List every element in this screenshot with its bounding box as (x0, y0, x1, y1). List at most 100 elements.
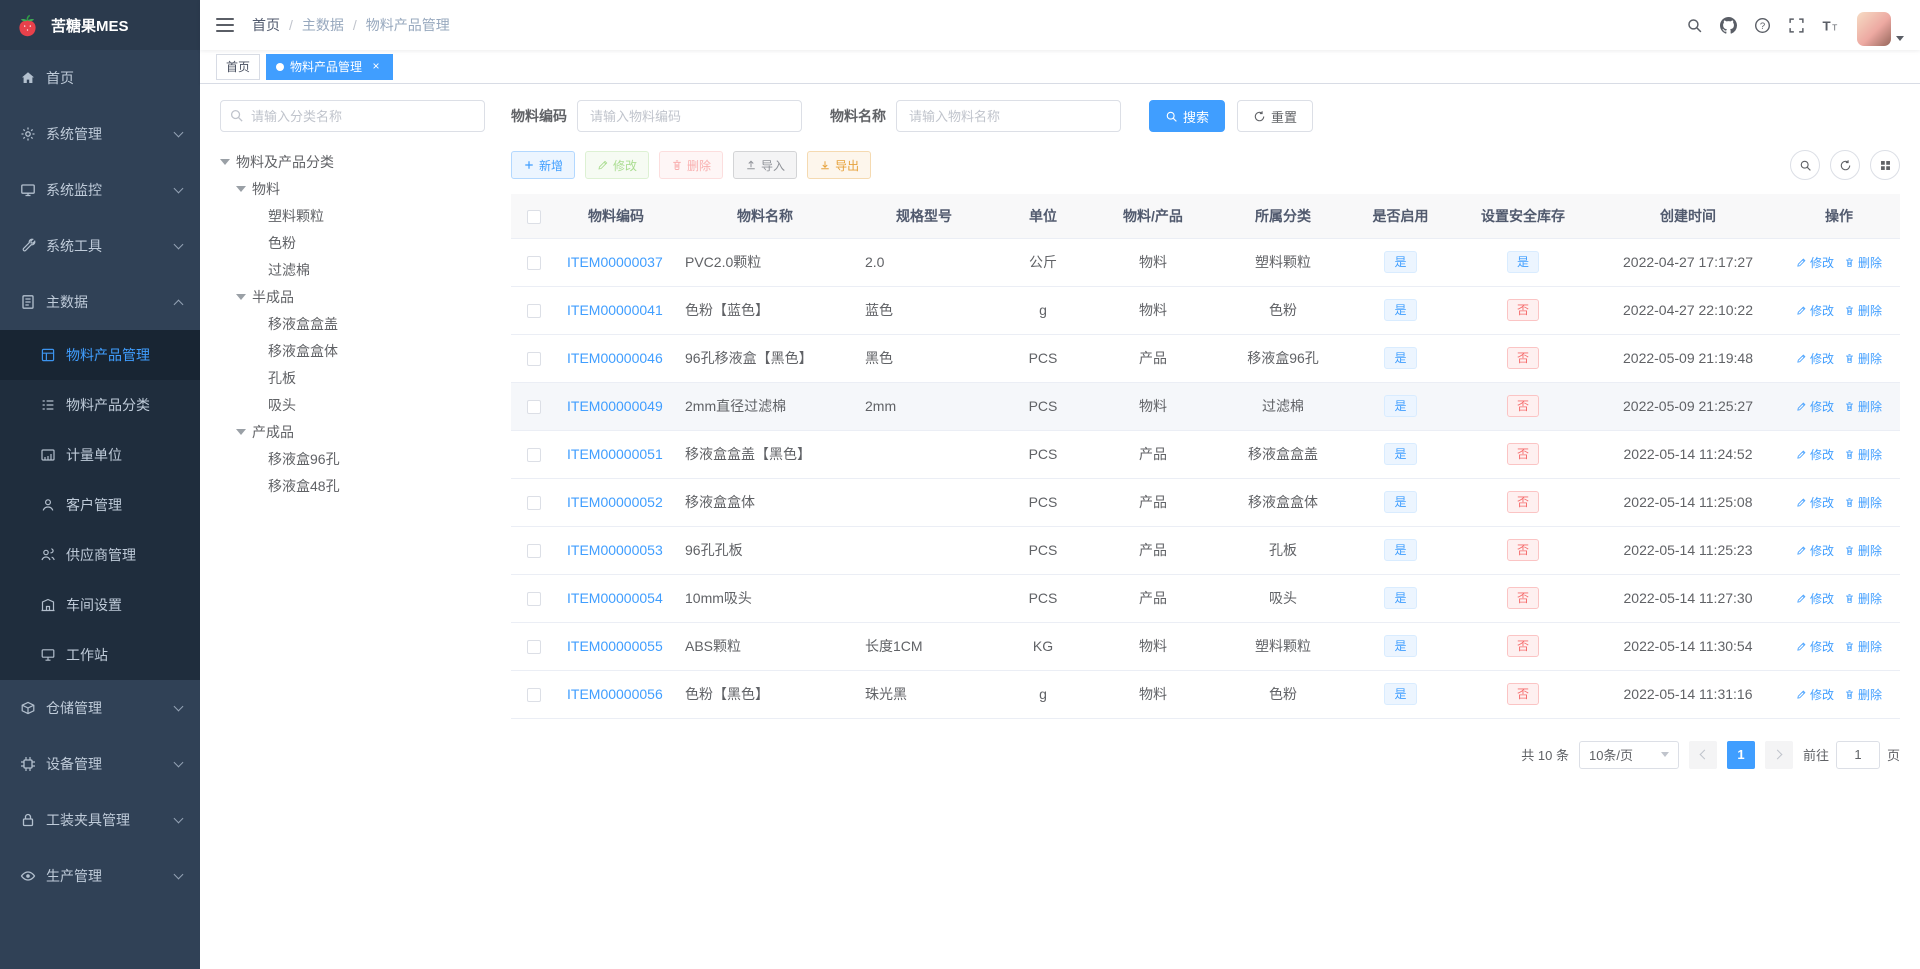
edit-row-button[interactable]: 修改 (1796, 590, 1834, 607)
edit-row-button[interactable]: 修改 (1796, 302, 1834, 319)
item-code-link[interactable]: ITEM00000041 (567, 302, 663, 318)
sidebar-item-supplier-mgmt[interactable]: 供应商管理 (0, 530, 200, 580)
delete-row-button[interactable]: 删除 (1844, 542, 1882, 559)
row-checkbox[interactable] (527, 544, 541, 559)
tree-node[interactable]: 移液盒48孔 (220, 472, 485, 499)
item-code-link[interactable]: ITEM00000056 (567, 686, 663, 702)
tree-node[interactable]: 半成品 (220, 283, 485, 310)
delete-row-button[interactable]: 删除 (1844, 302, 1882, 319)
edit-row-button[interactable]: 修改 (1796, 638, 1834, 655)
tree-node[interactable]: 移液盒96孔 (220, 445, 485, 472)
caret-icon[interactable] (236, 428, 246, 435)
tree-node[interactable]: 物料 (220, 175, 485, 202)
search-button[interactable]: 搜索 (1149, 100, 1226, 132)
sidebar-item-material-product-category[interactable]: 物料产品分类 (0, 380, 200, 430)
edit-row-button[interactable]: 修改 (1796, 254, 1834, 271)
delete-row-button[interactable]: 删除 (1844, 398, 1882, 415)
row-checkbox[interactable] (527, 304, 541, 319)
sidebar-item-fixtures[interactable]: 工装夹具管理 (0, 792, 200, 848)
sidebar-item-production[interactable]: 生产管理 (0, 848, 200, 904)
navbar-font-size-button[interactable]: TT (1813, 0, 1847, 50)
sidebar-item-home[interactable]: 首页 (0, 50, 200, 106)
tree-node[interactable]: 吸头 (220, 391, 485, 418)
tree-node[interactable]: 移液盒盒盖 (220, 310, 485, 337)
sidebar-item-master-data[interactable]: 主数据 (0, 274, 200, 330)
tree-node[interactable]: 产成品 (220, 418, 485, 445)
navbar-github-button[interactable] (1711, 0, 1745, 50)
sidebar-item-system-monitor[interactable]: 系统监控 (0, 162, 200, 218)
avatar[interactable] (1857, 12, 1891, 46)
toggle-search-button[interactable] (1790, 150, 1820, 180)
page-size-select[interactable]: 10条/页 (1578, 740, 1679, 769)
next-page-button[interactable] (1764, 740, 1793, 769)
navbar-fullscreen-button[interactable] (1779, 0, 1813, 50)
item-code-link[interactable]: ITEM00000054 (567, 590, 663, 606)
tab-home[interactable]: 首页 (216, 53, 261, 80)
sidebar-item-customer-mgmt[interactable]: 客户管理 (0, 480, 200, 530)
caret-icon[interactable] (236, 185, 246, 192)
sidebar-item-workstation[interactable]: 工作站 (0, 630, 200, 680)
delete-button[interactable]: 删除 (659, 151, 724, 179)
caret-icon[interactable] (220, 158, 230, 165)
edit-row-button[interactable]: 修改 (1796, 494, 1834, 511)
category-search-input[interactable] (220, 100, 485, 132)
tree-node[interactable]: 移液盒盒体 (220, 337, 485, 364)
edit-row-button[interactable]: 修改 (1796, 446, 1834, 463)
prev-page-button[interactable] (1688, 740, 1717, 769)
page-1-button[interactable]: 1 (1726, 740, 1755, 769)
import-button[interactable]: 导入 (733, 151, 798, 179)
hamburger-icon[interactable] (216, 18, 234, 32)
edit-row-button[interactable]: 修改 (1796, 350, 1834, 367)
add-button[interactable]: 新增 (511, 151, 576, 179)
delete-row-button[interactable]: 删除 (1844, 686, 1882, 703)
reset-button[interactable]: 重置 (1237, 100, 1314, 132)
item-code-link[interactable]: ITEM00000053 (567, 542, 663, 558)
tree-node[interactable]: 过滤棉 (220, 256, 485, 283)
row-checkbox[interactable] (527, 640, 541, 655)
delete-row-button[interactable]: 删除 (1844, 494, 1882, 511)
app-logo[interactable]: 苦糖果MES (0, 0, 200, 50)
sidebar-item-system-tools[interactable]: 系统工具 (0, 218, 200, 274)
edit-button[interactable]: 修改 (585, 151, 650, 179)
tab-material-product-mgmt[interactable]: 物料产品管理 × (266, 53, 394, 80)
row-checkbox[interactable] (527, 256, 541, 271)
tree-node[interactable]: 孔板 (220, 364, 485, 391)
item-code-link[interactable]: ITEM00000049 (567, 398, 663, 414)
row-checkbox[interactable] (527, 352, 541, 367)
sidebar-item-system-admin[interactable]: 系统管理 (0, 106, 200, 162)
item-code-link[interactable]: ITEM00000052 (567, 494, 663, 510)
select-all-checkbox[interactable] (527, 209, 541, 224)
delete-row-button[interactable]: 删除 (1844, 638, 1882, 655)
column-settings-button[interactable] (1870, 150, 1900, 180)
row-checkbox[interactable] (527, 496, 541, 511)
export-button[interactable]: 导出 (807, 151, 872, 179)
material-code-input[interactable] (577, 100, 802, 132)
caret-icon[interactable] (236, 293, 246, 300)
sidebar-item-equipment[interactable]: 设备管理 (0, 736, 200, 792)
row-checkbox[interactable] (527, 400, 541, 415)
sidebar-item-workshop-settings[interactable]: 车间设置 (0, 580, 200, 630)
breadcrumb-item[interactable]: 首页 (252, 15, 280, 35)
navbar-search-button[interactable] (1677, 0, 1711, 50)
row-checkbox[interactable] (527, 448, 541, 463)
sidebar-item-material-product-mgmt[interactable]: 物料产品管理 (0, 330, 200, 380)
tree-node[interactable]: 色粉 (220, 229, 485, 256)
breadcrumb-item[interactable]: 主数据 (302, 15, 344, 35)
delete-row-button[interactable]: 删除 (1844, 254, 1882, 271)
item-code-link[interactable]: ITEM00000037 (567, 254, 663, 270)
tree-node[interactable]: 物料及产品分类 (220, 148, 485, 175)
item-code-link[interactable]: ITEM00000046 (567, 350, 663, 366)
item-code-link[interactable]: ITEM00000055 (567, 638, 663, 654)
material-name-input[interactable] (896, 100, 1121, 132)
user-menu[interactable] (1857, 4, 1904, 46)
item-code-link[interactable]: ITEM00000051 (567, 446, 663, 462)
tree-node[interactable]: 塑料颗粒 (220, 202, 485, 229)
goto-page-input[interactable] (1835, 740, 1880, 769)
refresh-table-button[interactable] (1830, 150, 1860, 180)
navbar-help-button[interactable]: ? (1745, 0, 1779, 50)
delete-row-button[interactable]: 删除 (1844, 446, 1882, 463)
sidebar-item-measure-unit[interactable]: 计量单位 (0, 430, 200, 480)
sidebar-item-warehouse[interactable]: 仓储管理 (0, 680, 200, 736)
edit-row-button[interactable]: 修改 (1796, 398, 1834, 415)
close-icon[interactable]: × (369, 60, 383, 74)
